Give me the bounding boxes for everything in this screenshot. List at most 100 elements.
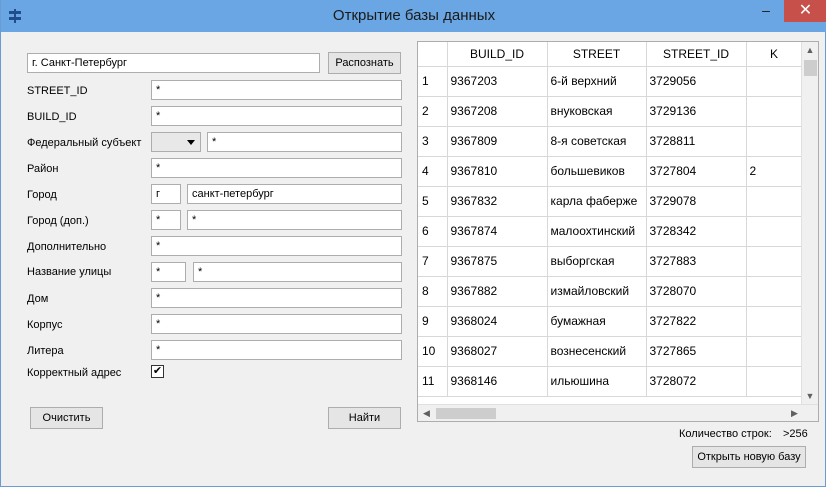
table-cell[interactable]: 3728072 xyxy=(646,366,747,397)
table-cell[interactable]: 3727804 xyxy=(646,156,747,187)
row-header-cell[interactable]: 9 xyxy=(418,306,448,337)
table-cell[interactable]: внуковская xyxy=(547,96,647,127)
horizontal-scrollbar[interactable]: ◀ ▶ xyxy=(418,404,818,421)
title-bar[interactable]: Открытие базы данных – ✕ xyxy=(1,0,826,32)
table-cell[interactable]: 9367874 xyxy=(447,216,548,247)
house-input[interactable]: * xyxy=(151,288,402,308)
minimize-button[interactable]: – xyxy=(753,0,779,22)
table-row[interactable]: 10 9368027 вознесенский 3727865 xyxy=(418,336,803,367)
recognize-button[interactable]: Распознать xyxy=(328,52,401,74)
row-header-cell[interactable]: 8 xyxy=(418,276,448,307)
row-header-cell[interactable]: 4 xyxy=(418,156,448,187)
column-header-street-id[interactable]: STREET_ID xyxy=(646,42,747,67)
scroll-up-icon[interactable]: ▲ xyxy=(802,42,818,59)
table-cell[interactable] xyxy=(746,186,803,217)
city-prefix-input[interactable]: г xyxy=(151,184,181,204)
table-cell[interactable]: карла фаберже xyxy=(547,186,647,217)
table-row[interactable]: 1 9367203 6-й верхний 3729056 xyxy=(418,66,803,97)
table-cell[interactable] xyxy=(746,246,803,277)
open-new-database-button[interactable]: Открыть новую базу xyxy=(692,446,806,468)
valid-address-checkbox[interactable]: ✔ xyxy=(151,365,164,378)
row-header-cell[interactable]: 2 xyxy=(418,96,448,127)
table-cell[interactable]: 3727883 xyxy=(646,246,747,277)
table-cell[interactable] xyxy=(746,336,803,367)
table-cell[interactable] xyxy=(746,66,803,97)
table-cell[interactable]: 9367203 xyxy=(447,66,548,97)
build-id-input[interactable]: * xyxy=(151,106,402,126)
table-row[interactable]: 5 9367832 карла фаберже 3729078 xyxy=(418,186,803,217)
building-input[interactable]: * xyxy=(151,314,402,334)
city-extra-prefix-input[interactable]: * xyxy=(151,210,181,230)
table-cell[interactable]: 3729078 xyxy=(646,186,747,217)
row-header-cell[interactable]: 5 xyxy=(418,186,448,217)
table-cell[interactable]: 9368146 xyxy=(447,366,548,397)
street-type-input[interactable]: * xyxy=(151,262,186,282)
street-name-input[interactable]: * xyxy=(193,262,402,282)
table-cell[interactable]: бумажная xyxy=(547,306,647,337)
table-cell[interactable]: 9368024 xyxy=(447,306,548,337)
table-row[interactable]: 7 9367875 выборгская 3727883 xyxy=(418,246,803,277)
city-input[interactable]: санкт-петербург xyxy=(187,184,402,204)
address-input[interactable]: г. Санкт-Петербург xyxy=(27,53,320,73)
table-cell[interactable] xyxy=(746,276,803,307)
table-cell[interactable]: 9368027 xyxy=(447,336,548,367)
table-cell[interactable]: 8-я советская xyxy=(547,126,647,157)
table-cell[interactable]: малоохтинский xyxy=(547,216,647,247)
table-cell[interactable] xyxy=(746,126,803,157)
row-header-cell[interactable]: 6 xyxy=(418,216,448,247)
table-cell[interactable]: большевиков xyxy=(547,156,647,187)
table-cell[interactable]: выборгская xyxy=(547,246,647,277)
table-cell[interactable]: 3727822 xyxy=(646,306,747,337)
table-cell[interactable]: 2 xyxy=(746,156,803,187)
federal-subject-input[interactable]: * xyxy=(207,132,402,152)
column-header-street[interactable]: STREET xyxy=(547,42,647,67)
table-cell[interactable]: 3728070 xyxy=(646,276,747,307)
column-header-build-id[interactable]: BUILD_ID xyxy=(447,42,548,67)
find-button[interactable]: Найти xyxy=(328,407,401,429)
city-extra-input[interactable]: * xyxy=(187,210,402,230)
table-cell[interactable]: 9367875 xyxy=(447,246,548,277)
table-cell[interactable]: 3728342 xyxy=(646,216,747,247)
table-row[interactable]: 11 9368146 ильюшина 3728072 xyxy=(418,366,803,397)
row-header-cell[interactable]: 11 xyxy=(418,366,448,397)
table-cell[interactable]: 6-й верхний xyxy=(547,66,647,97)
table-cell[interactable]: 3728811 xyxy=(646,126,747,157)
results-table[interactable]: BUILD_ID STREET STREET_ID K 1 9367203 6-й … xyxy=(417,41,819,422)
vertical-scroll-thumb[interactable] xyxy=(804,60,817,76)
row-header-cell[interactable]: 10 xyxy=(418,336,448,367)
table-cell[interactable] xyxy=(746,216,803,247)
table-cell[interactable]: ильюшина xyxy=(547,366,647,397)
horizontal-scroll-thumb[interactable] xyxy=(436,408,496,419)
corner-cell[interactable] xyxy=(418,42,448,67)
street-id-input[interactable]: * xyxy=(151,80,402,100)
clear-button[interactable]: Очистить xyxy=(30,407,103,429)
row-header-cell[interactable]: 1 xyxy=(418,66,448,97)
table-row[interactable]: 3 9367809 8-я советская 3728811 xyxy=(418,126,803,157)
table-cell[interactable]: 9367832 xyxy=(447,186,548,217)
district-input[interactable]: * xyxy=(151,158,402,178)
table-row[interactable]: 4 9367810 большевиков 3727804 2 xyxy=(418,156,803,187)
federal-subject-select[interactable] xyxy=(151,132,201,152)
table-row[interactable]: 8 9367882 измайловский 3728070 xyxy=(418,276,803,307)
table-cell[interactable] xyxy=(746,366,803,397)
table-cell[interactable]: 3727865 xyxy=(646,336,747,367)
table-cell[interactable]: 9367809 xyxy=(447,126,548,157)
table-cell[interactable] xyxy=(746,306,803,337)
table-cell[interactable]: 9367810 xyxy=(447,156,548,187)
table-cell[interactable]: 3729056 xyxy=(646,66,747,97)
table-row[interactable]: 9 9368024 бумажная 3727822 xyxy=(418,306,803,337)
table-cell[interactable] xyxy=(746,96,803,127)
scroll-right-icon[interactable]: ▶ xyxy=(786,405,803,421)
vertical-scrollbar[interactable]: ▲ ▼ xyxy=(801,42,818,405)
letter-input[interactable]: * xyxy=(151,340,402,360)
column-header-k[interactable]: K xyxy=(746,42,803,67)
close-button[interactable]: ✕ xyxy=(784,0,826,22)
table-cell[interactable]: 3729136 xyxy=(646,96,747,127)
table-cell[interactable]: 9367882 xyxy=(447,276,548,307)
scroll-left-icon[interactable]: ◀ xyxy=(418,405,435,421)
table-cell[interactable]: 9367208 xyxy=(447,96,548,127)
table-row[interactable]: 6 9367874 малоохтинский 3728342 xyxy=(418,216,803,247)
row-header-cell[interactable]: 7 xyxy=(418,246,448,277)
table-cell[interactable]: вознесенский xyxy=(547,336,647,367)
table-row[interactable]: 2 9367208 внуковская 3729136 xyxy=(418,96,803,127)
